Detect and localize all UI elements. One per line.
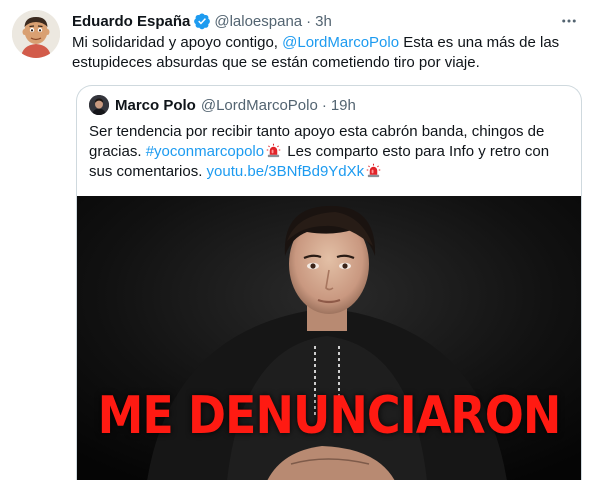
hashtag-link[interactable]: #yoconmarcopolo [146, 143, 264, 160]
youtube-link[interactable]: youtu.be/3BNfBd9YdXk [207, 163, 365, 180]
quoted-author-avatar [89, 95, 109, 115]
mention-link[interactable]: @LordMarcoPolo [282, 34, 399, 51]
quoted-header: Marco Polo @LordMarcoPolo · 19h [115, 95, 356, 115]
quoted-separator: · [321, 96, 327, 114]
video-thumbnail[interactable]: ME DENUNCIARON [77, 196, 581, 480]
tweet-text: Mi solidaridad y apoyo contigo, @LordMar… [72, 33, 582, 73]
author-handle[interactable]: @laloespana [214, 13, 302, 30]
more-dots-icon[interactable] [558, 10, 580, 32]
quoted-text: Ser tendencia por recibir tanto apoyo es… [89, 122, 569, 182]
tweet-time[interactable]: 3h [315, 13, 332, 30]
author-name[interactable]: Eduardo España [72, 13, 190, 30]
tweet-header: Eduardo España @laloespana · 3h [72, 11, 554, 31]
thumbnail-caption: ME DENUNCIARON [97, 384, 562, 446]
quoted-tweet[interactable]: Marco Polo @LordMarcoPolo · 19h Ser tend… [76, 85, 582, 480]
police-light-emoji [266, 143, 281, 158]
verified-badge-icon [193, 12, 211, 30]
police-light-emoji [366, 163, 381, 178]
tweet-text-start: Mi solidaridad y apoyo contigo, [72, 34, 283, 51]
header-separator: · [306, 12, 312, 30]
tweet[interactable]: Eduardo España @laloespana · 3h Mi solid… [0, 0, 594, 480]
author-avatar[interactable] [12, 10, 60, 58]
quoted-author-name: Marco Polo [115, 96, 196, 114]
quoted-time: 19h [330, 96, 356, 114]
quoted-author-handle: @LordMarcoPolo [200, 96, 318, 114]
